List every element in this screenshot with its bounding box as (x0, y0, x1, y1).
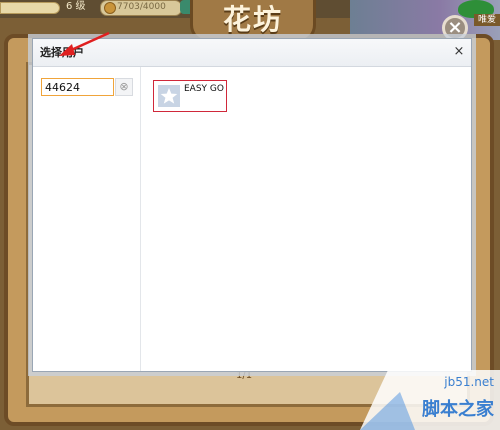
user-result-name: EASY GO (184, 84, 224, 94)
user-tag: 唯爱 (473, 14, 500, 26)
search-pane: ⊗ (33, 67, 141, 371)
clear-search-button[interactable]: ⊗ (115, 78, 133, 96)
red-arrow-icon (59, 31, 110, 56)
star-icon (158, 85, 180, 107)
coin-value: 7703/4000 (117, 2, 166, 12)
watermark-url: jb51.net (444, 375, 494, 389)
user-result-item[interactable]: EASY GO (153, 80, 227, 112)
shop-title: 花坊 (222, 3, 283, 36)
user-search-input[interactable] (41, 78, 114, 96)
level-label: 6 级 (66, 1, 86, 12)
dialog-close-button[interactable]: × (452, 44, 466, 60)
coin-icon (104, 2, 116, 14)
select-user-dialog: 选择用户 × ⊗ EASY GO (32, 31, 472, 372)
watermark: jb51.net 脚本之家 (360, 370, 500, 430)
watermark-name: 脚本之家 (422, 399, 494, 420)
experience-bar (0, 2, 60, 14)
